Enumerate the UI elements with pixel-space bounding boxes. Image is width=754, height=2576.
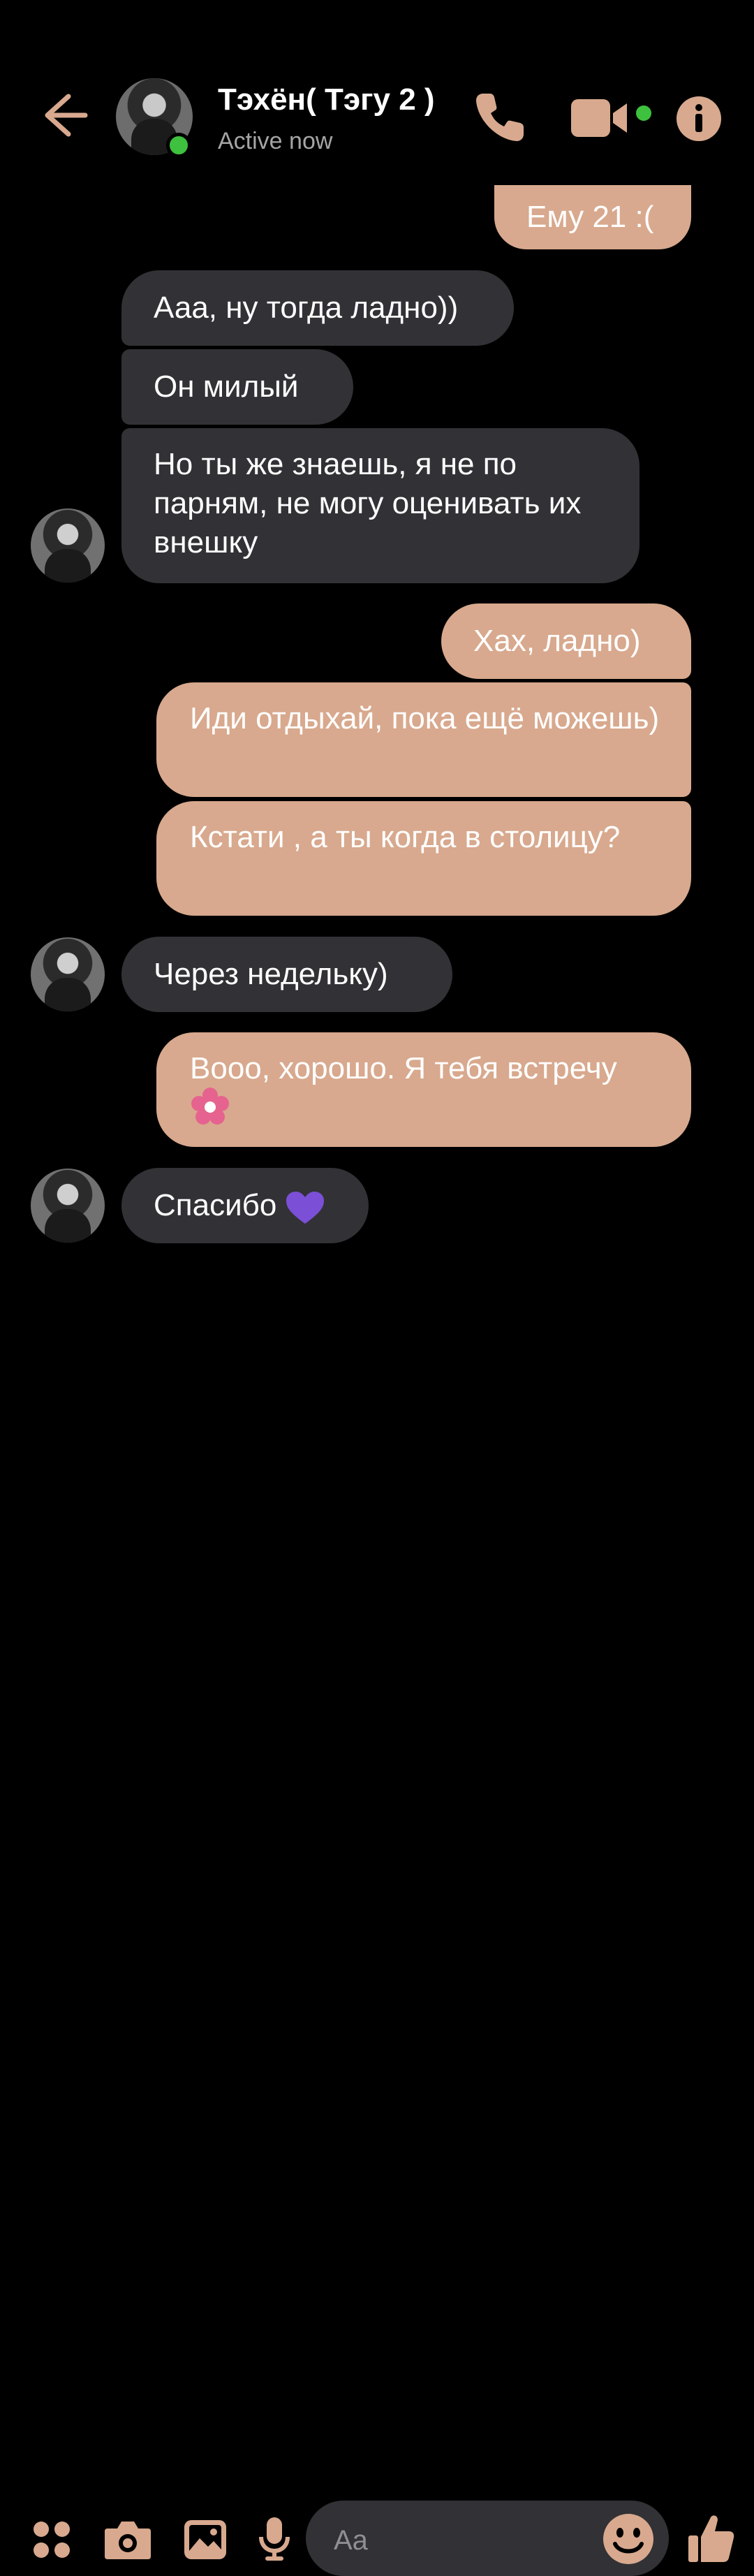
message-text: Хах, ладно) [473, 624, 641, 658]
composer-bar [0, 1243, 754, 2576]
thumbs-up-icon[interactable] [687, 2513, 736, 2563]
message-in[interactable]: Спасибо [121, 1168, 369, 1243]
message-text: Кстати , а ты когда в столицу? [190, 820, 621, 854]
message-text: Он милый [154, 369, 299, 404]
message-in[interactable]: Но ты же знаешь, я не по парням, не могу… [121, 428, 640, 583]
back-arrow-icon[interactable] [40, 91, 89, 140]
image-icon[interactable] [183, 2519, 228, 2561]
contact-name[interactable]: Тэхён( Тэгу 2 ) [218, 82, 435, 117]
online-indicator [166, 133, 191, 158]
message-text: Спасибо [154, 1188, 277, 1222]
message-out[interactable]: Вооо, хорошо. Я тебя встречу [156, 1032, 691, 1147]
smiley-icon[interactable] [603, 2513, 654, 2565]
camera-icon[interactable] [103, 2519, 152, 2561]
flower-icon [191, 1088, 229, 1125]
message-text: Вооо, хорошо. Я тебя встречу [190, 1051, 617, 1085]
message-input[interactable] [332, 2519, 586, 2562]
contact-avatar[interactable] [31, 1169, 105, 1243]
video-camera-icon[interactable] [571, 98, 653, 138]
message-in[interactable]: Через недельку) [121, 937, 452, 1012]
message-text: Но ты же знаешь, я не по парням, не могу… [154, 447, 582, 559]
contact-avatar[interactable] [31, 937, 105, 1011]
message-out[interactable]: Кстати , а ты когда в столицу? [156, 801, 691, 916]
message-text: Через недельку) [154, 957, 388, 991]
phone-icon[interactable] [472, 89, 528, 145]
message-in[interactable]: Он милый [121, 349, 353, 425]
message-text: Ааа, ну тогда ладно)) [154, 291, 459, 325]
microphone-icon[interactable] [257, 2516, 292, 2562]
info-icon[interactable] [676, 96, 722, 142]
message-text: Иди отдыхай, пока ещё можешь) [190, 701, 660, 736]
message-text: Ему 21 :( [526, 200, 654, 234]
message-out[interactable]: Ему 21 :( [494, 185, 691, 249]
contact-avatar[interactable] [31, 508, 105, 583]
purple-heart-icon [286, 1192, 325, 1224]
message-in[interactable]: Ааа, ну тогда ладно)) [121, 270, 514, 346]
message-out[interactable]: Хах, ладно) [441, 603, 691, 679]
chat-header: Тэхён( Тэгу 2 ) Active now [0, 0, 754, 185]
message-out[interactable]: Иди отдыхай, пока ещё можешь) [156, 682, 691, 797]
contact-status: Active now [218, 128, 333, 154]
apps-grid-icon[interactable] [31, 2519, 73, 2561]
